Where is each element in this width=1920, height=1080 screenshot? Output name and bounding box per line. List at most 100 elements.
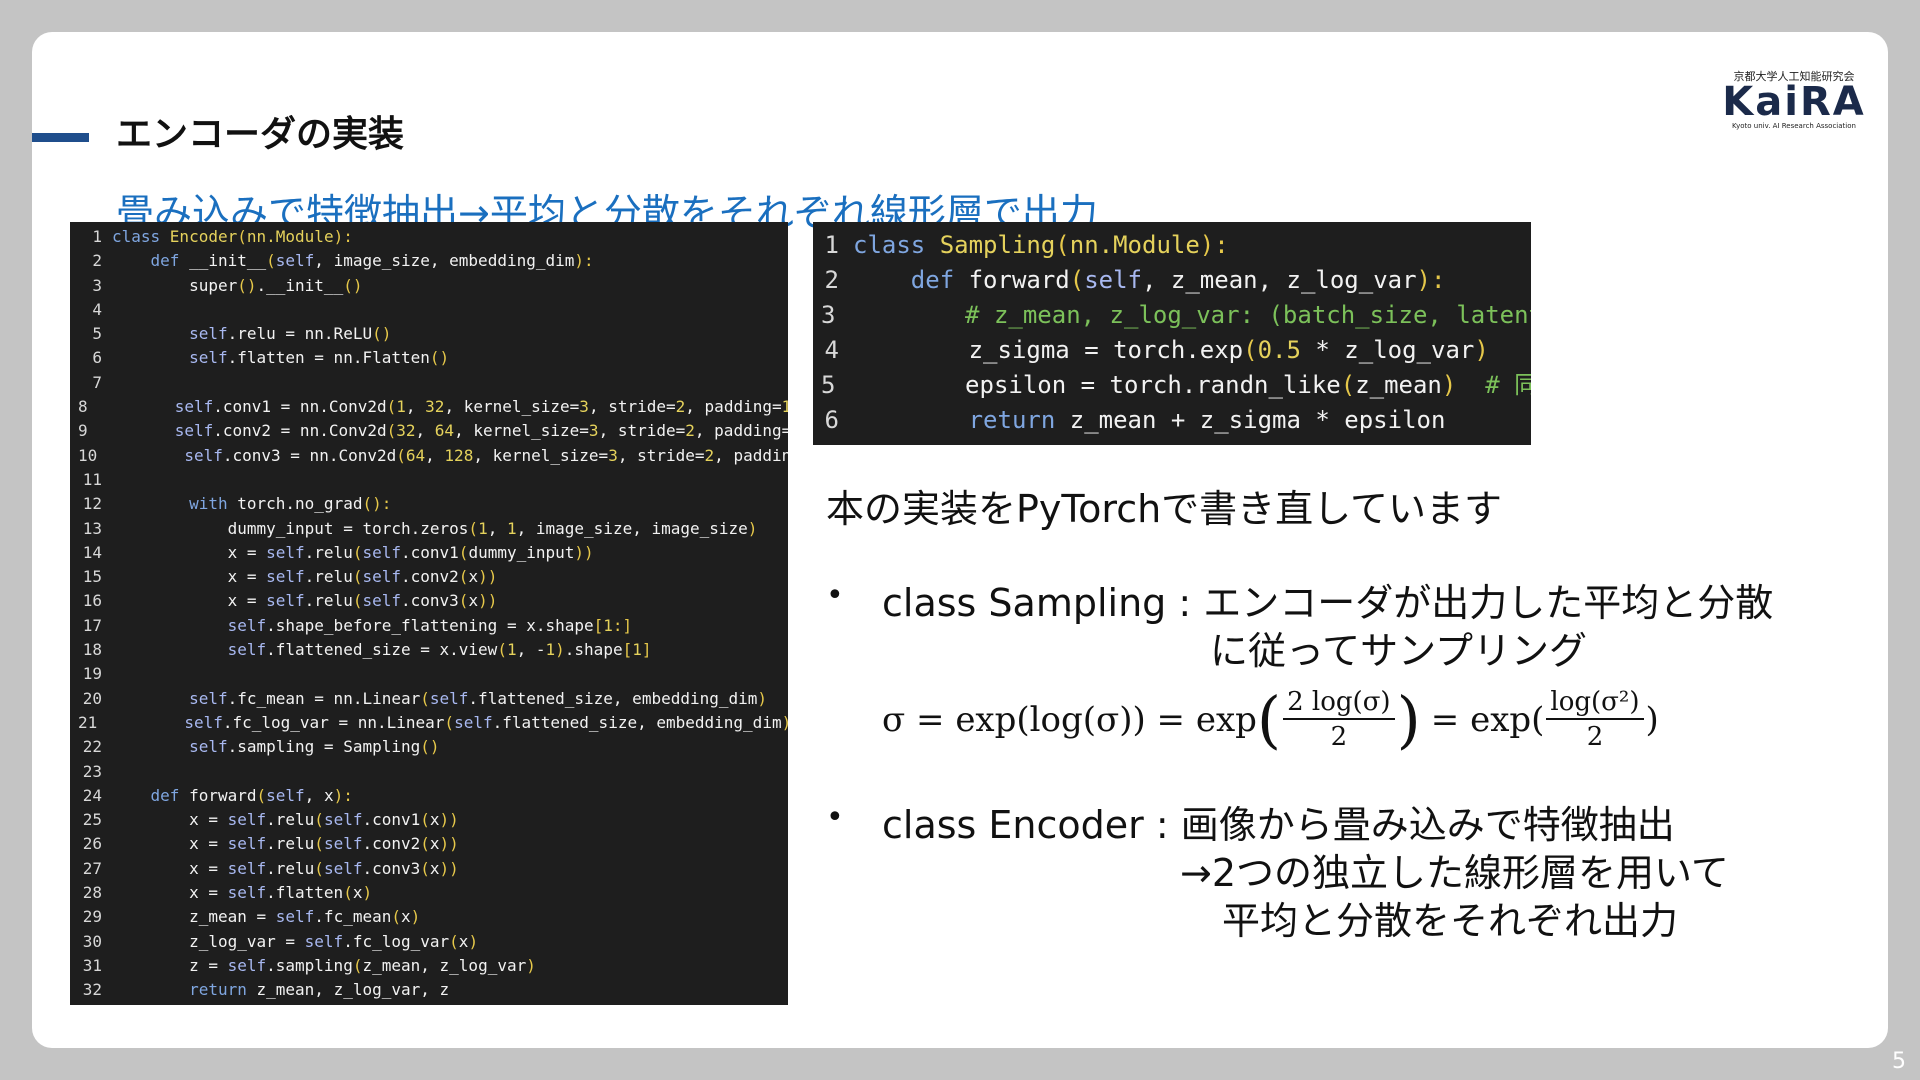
bullet-1-dot: • [826,578,844,613]
encoder-code-line: 31 z = self .sampling(z_mean, z_log_var) [70,954,788,978]
code-token: ( [396,445,406,465]
code-token: x [429,834,440,854]
encoder-code-line: 14 x = self .relu(self .conv1(dummy_input)… [70,541,788,565]
code-token: , padding= [714,445,788,465]
code-token: .fc_log_var [343,931,450,951]
code-token: .shape_before_flattening = x.shape [266,615,594,635]
formula-lhs: σ = exp(log(σ)) = exp [882,700,1257,740]
encoder-code-block: 1 class Encoder(nn.Module): 2 def __init__… [70,222,788,1005]
code-token: x = [112,591,267,611]
line-number: 2 [824,266,839,294]
encoder-code-line: 6 self .flatten = nn.Flatten() [70,346,788,370]
code-token: , [487,518,507,538]
formula-frac-2: log(σ²) 2 [1546,686,1644,754]
encoder-code-line: 8 self .conv1 = nn.Conv2d(1, 32, kernel_s… [70,395,788,419]
code-token: ] [641,640,652,660]
code-token: .flattened_size, embedding_dim [492,712,782,732]
code-token: ( [1069,266,1085,294]
code-token: # 同じshape [1485,371,1531,399]
code-token: ( [1340,371,1356,399]
code-token: x [401,907,411,927]
line-number: 18 [82,640,102,660]
code-token: ( [458,542,469,562]
code-token: .conv3 [401,591,459,611]
code-token: .sampling [266,955,353,975]
code-token: __init__ [189,251,267,271]
code-token: z_mean, z_log_var [362,955,527,975]
code-token: self [189,737,228,757]
code-token: 64 [405,445,426,465]
logo-main-text: KaiRA [1722,79,1866,125]
line-number: 30 [82,931,102,951]
code-token: , stride= [598,421,686,441]
code-token: self [227,615,267,635]
bullet-1-line-1: class Sampling : エンコーダが出力した平均と分散 [882,581,1774,625]
line-number: 4 [824,336,839,364]
code-token: ( [343,883,353,903]
page-title: エンコーダの実装 [116,114,405,155]
line-number: 6 [824,406,839,434]
code-token: .__init__ [256,275,344,295]
code-token: )) [574,542,594,562]
code-token: x [429,858,440,878]
encoder-code-line: 7 [70,371,788,395]
line-number: 17 [82,615,102,635]
code-token: def [910,266,969,294]
code-token: self [266,567,305,587]
code-token: 1 [506,640,517,660]
code-token: return [968,406,1070,434]
line-number: 13 [82,518,102,538]
code-token: 2 [675,397,686,417]
code-token: self [304,931,344,951]
code-token: .sampling = Sampling [227,737,421,757]
line-number: 21 [78,712,98,732]
code-token: .conv1 = nn.Conv2d [213,397,387,417]
kaira-logo: 京都大学人工知能研究会 KaiRA Kyoto univ. AI Researc… [1718,68,1870,132]
code-token: torch.no_grad [237,494,363,514]
code-token: , stride= [617,445,705,465]
line-number: 27 [82,858,102,878]
code-token: self [275,251,315,271]
line-number: 10 [78,445,98,465]
code-token: .relu = nn.ReLU [227,324,373,344]
code-token: ( [458,591,469,611]
encoder-code-line: 1 class Encoder(nn.Module): [70,225,788,249]
code-token: () [420,737,440,757]
line-number: 7 [92,372,102,392]
line-number: 22 [82,737,102,757]
code-token: , [405,397,426,417]
code-token: .relu [266,834,315,854]
encoder-code-line: 26 x = self .relu(self .conv2(x)) [70,832,788,856]
line-number: 3 [821,301,836,329]
code-token: ( [468,518,479,538]
code-token: .conv1 [401,542,459,562]
line-number: 5 [92,324,102,344]
code-token: 3 [579,397,589,417]
code-token: 1 [632,640,642,660]
code-token: .fc_mean = nn.Linear [227,688,421,708]
code-token: ( [256,785,267,805]
encoder-code-line: 23 [70,760,788,784]
code-token: .flatten [266,883,344,903]
code-token: .fc_mean [314,907,392,927]
code-token: dummy_input = torch.zeros [112,518,469,538]
code-token: , kernel_size= [444,397,580,417]
code-token: ( [314,810,324,830]
code-token: , stride= [588,397,676,417]
code-token: , [425,445,445,465]
code-token: self [189,688,228,708]
code-token: .relu [266,810,315,830]
sampling-code-line: 2 def forward(self, z_mean, z_log_var): [813,263,1531,298]
code-token: ): [1416,266,1446,294]
code-token: ( [420,834,430,854]
line-number: 9 [78,421,88,441]
code-token: ) [782,711,788,735]
code-token: )) [439,834,459,854]
line-number: 23 [82,761,102,781]
code-token: def [150,785,190,805]
